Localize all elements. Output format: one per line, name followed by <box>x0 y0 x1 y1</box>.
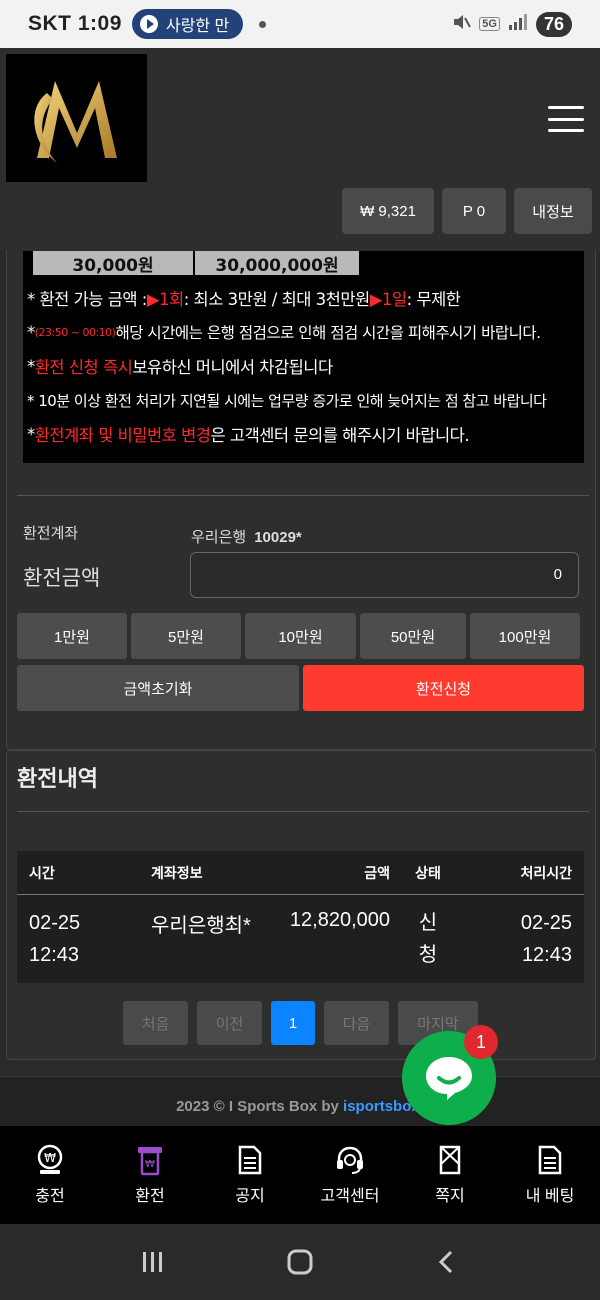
col-processed: 처리시간 <box>520 864 572 881</box>
svg-text:₩: ₩ <box>145 1159 155 1170</box>
svg-text:₩: ₩ <box>44 1151 56 1165</box>
logo-mark-icon <box>33 81 117 163</box>
notice-document-icon <box>238 1145 262 1175</box>
recent-apps-icon[interactable] <box>139 1248 167 1276</box>
table-row: 02-25 12:43 우리은행최* 12,820,000 신 청 02-25 … <box>17 895 584 983</box>
my-bet-document-icon <box>538 1145 562 1175</box>
limit-amounts: 30,000원 30,000,000원 <box>23 251 584 276</box>
points-button[interactable]: P 0 <box>442 188 506 234</box>
deposit-coin-icon: ₩ <box>37 1144 63 1174</box>
main-content: 30,000원 30,000,000원 * 환전 가능 금액 : ▶1회 : 최… <box>0 250 600 1076</box>
withdraw-form-panel: 30,000원 30,000,000원 * 환전 가능 금액 : ▶1회 : 최… <box>6 250 596 750</box>
wallet-balance-button[interactable]: ₩ 9,321 <box>342 188 434 234</box>
page-next[interactable]: 다음 <box>324 1001 389 1045</box>
col-account: 계좌정보 <box>151 864 203 881</box>
amount-input[interactable]: 0 <box>190 552 579 598</box>
media-pill[interactable]: 사랑한 만 <box>131 9 244 39</box>
amount-label: 환전금액 <box>23 567 101 590</box>
notice-line-3: * 환전 신청 즉시 보유하신 머니에서 차감됩니다 <box>27 356 333 378</box>
quick-amount-100k[interactable]: 10만원 <box>245 613 356 659</box>
notification-dot <box>259 20 267 28</box>
nav-notice[interactable]: 공지 <box>200 1126 300 1224</box>
quick-amount-buttons: 1만원 5만원 10만원 50만원 100만원 <box>17 613 580 659</box>
headset-icon <box>337 1146 363 1174</box>
withdraw-icon: ₩ <box>138 1147 162 1176</box>
table-header: 시간 계좌정보 금액 상태 처리시간 <box>17 851 584 895</box>
page-prev[interactable]: 이전 <box>197 1001 262 1045</box>
row-amount: 12,820,000 <box>289 909 390 931</box>
history-table: 시간 계좌정보 금액 상태 처리시간 02-25 12:43 우리은행최* 12… <box>17 851 584 983</box>
nav-customer-center[interactable]: 고객센터 <box>300 1126 400 1224</box>
max-amount: 30,000,000원 <box>195 251 359 276</box>
row-time: 02-25 12:43 <box>29 912 81 966</box>
status-bar: SKT 1:09 사랑한 만 5G 76 <box>0 0 600 48</box>
network-5g-icon: 5G <box>479 17 500 31</box>
system-navigation-bar <box>0 1224 600 1300</box>
reset-amount-button[interactable]: 금액초기화 <box>17 665 299 711</box>
quick-amount-10k[interactable]: 1만원 <box>17 613 127 659</box>
page-first[interactable]: 처음 <box>123 1001 188 1045</box>
withdraw-submit-button[interactable]: 환전신청 <box>303 665 584 711</box>
back-icon[interactable] <box>433 1248 461 1276</box>
notice-line-5: * 환전계좌 및 비밀번호 변경 은 고객센터 문의를 해주시기 바랍니다. <box>27 424 470 446</box>
chat-bubble-icon <box>426 1057 472 1100</box>
message-icon <box>439 1145 461 1175</box>
nav-withdraw[interactable]: ₩ 환전 <box>100 1126 200 1224</box>
history-title: 환전내역 <box>17 766 98 791</box>
notice-line-2: * (23:50 ~ 00:10) 해당 시간에는 은행 점검으로 인해 점검 … <box>27 322 541 343</box>
divider <box>17 811 589 812</box>
withdraw-history-panel: 환전내역 시간 계좌정보 금액 상태 처리시간 02-25 12:43 우리은행… <box>6 750 596 1060</box>
account-label: 환전계좌 <box>23 525 79 542</box>
page-1[interactable]: 1 <box>271 1001 315 1045</box>
row-status: 신 청 <box>418 912 438 966</box>
nav-deposit[interactable]: ₩ 충전 <box>0 1126 100 1224</box>
notice-line-4: * 10분 이상 환전 처리가 지연될 시에는 업무량 증가로 인해 늦어지는 … <box>27 391 547 410</box>
menu-hamburger-icon[interactable] <box>548 106 584 132</box>
chat-unread-badge: 1 <box>464 1025 498 1059</box>
mute-icon <box>451 12 472 37</box>
row-account: 우리은행최* <box>151 915 251 937</box>
withdraw-notice: 30,000원 30,000,000원 * 환전 가능 금액 : ▶1회 : 최… <box>23 251 584 463</box>
account-info: 우리은행 10029* <box>191 529 302 546</box>
nav-message[interactable]: 쪽지 <box>400 1126 500 1224</box>
battery-indicator: 76 <box>535 11 572 37</box>
site-footer: 2023 © I Sports Box by isportsbox. <box>0 1076 600 1126</box>
col-status: 상태 <box>415 864 441 881</box>
col-amount: 금액 <box>364 864 390 881</box>
row-processed: 02-25 12:43 <box>520 912 572 966</box>
site-header: ₩ 9,321 P 0 내정보 <box>0 48 600 250</box>
divider <box>17 495 589 496</box>
my-info-button[interactable]: 내정보 <box>514 188 592 234</box>
signal-icon <box>508 13 528 36</box>
quick-amount-50k[interactable]: 5만원 <box>131 613 241 659</box>
home-icon[interactable] <box>285 1247 315 1277</box>
site-logo[interactable] <box>6 54 147 182</box>
notice-line-1: * 환전 가능 금액 : ▶1회 : 최소 3만원 / 최대 3천만원 ▶1일 … <box>27 290 461 309</box>
bottom-nav: ₩ 충전 ₩ 환전 공지 고객센터 쪽지 내 베팅 <box>0 1126 600 1224</box>
nav-my-bet[interactable]: 내 베팅 <box>500 1126 600 1224</box>
play-icon <box>139 15 158 33</box>
col-time: 시간 <box>29 864 55 881</box>
min-amount: 30,000원 <box>33 251 193 276</box>
quick-amount-1m[interactable]: 100만원 <box>470 613 580 659</box>
carrier-time: SKT 1:09 <box>28 12 122 35</box>
quick-amount-500k[interactable]: 50만원 <box>360 613 466 659</box>
